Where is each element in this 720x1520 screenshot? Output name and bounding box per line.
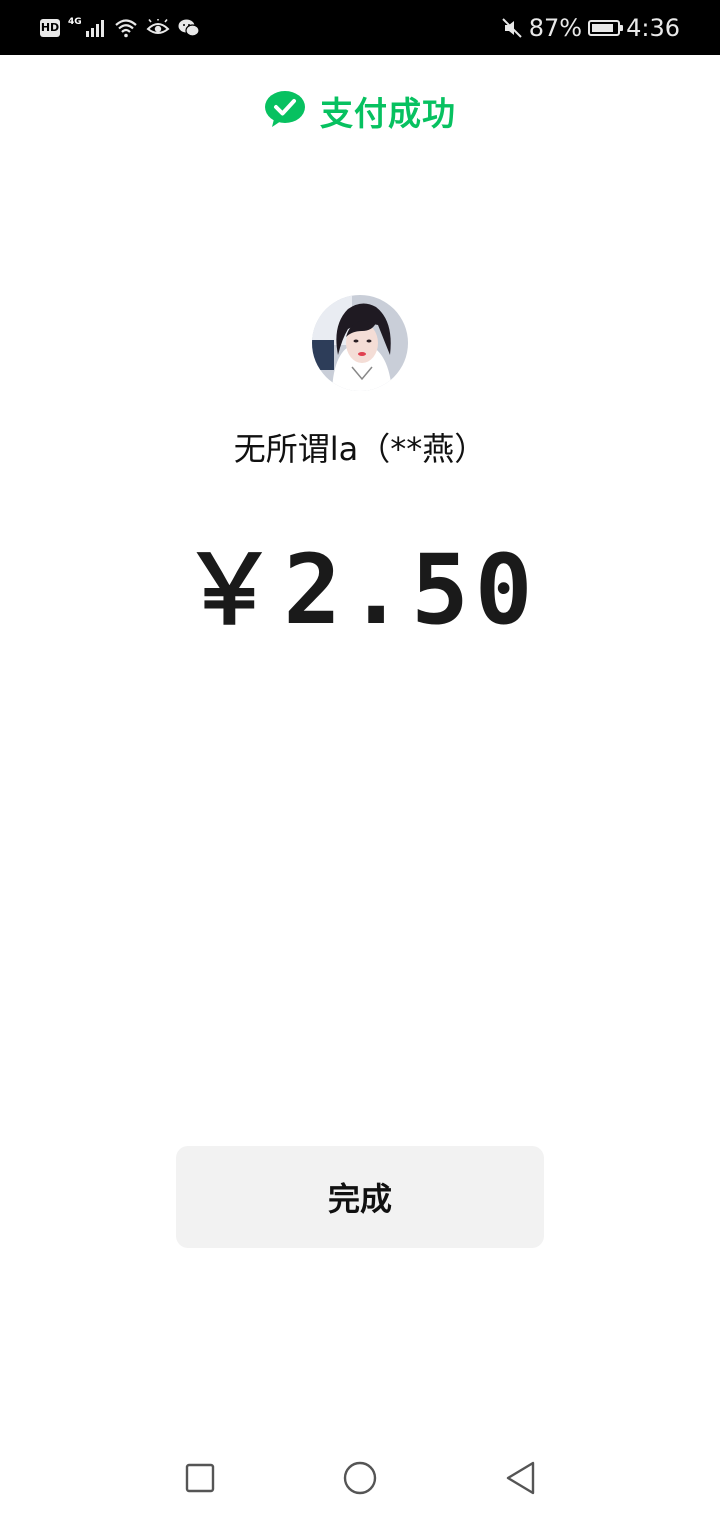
status-left: HD 4G <box>40 14 200 42</box>
system-nav-bar <box>0 1440 720 1520</box>
recents-button[interactable] <box>180 1460 220 1500</box>
battery-percent: 87% <box>528 14 583 42</box>
network-type: 4G <box>68 17 82 27</box>
eye-icon <box>146 19 170 37</box>
wifi-icon <box>114 18 138 38</box>
payment-header: 支付成功 <box>0 88 720 134</box>
mute-icon <box>501 17 523 39</box>
circle-icon <box>342 1460 378 1500</box>
square-icon <box>184 1462 216 1498</box>
battery-fill <box>592 24 613 32</box>
wechat-pay-check-icon <box>264 90 306 132</box>
home-button[interactable] <box>340 1460 380 1500</box>
battery-icon <box>588 20 624 36</box>
wechat-icon <box>178 18 200 38</box>
payment-success-title: 支付成功 <box>320 94 456 133</box>
payee-avatar <box>312 295 408 391</box>
triangle-back-icon <box>503 1460 537 1500</box>
clock: 4:36 <box>626 14 680 42</box>
payee-name: 无所谓la（**燕） <box>233 430 487 468</box>
signal-icon <box>85 19 106 37</box>
hd-badge: HD <box>40 19 60 37</box>
status-bar: HD 4G 87% 4:36 <box>0 0 720 55</box>
status-right: 87% 4:36 <box>501 14 680 42</box>
back-button[interactable] <box>500 1460 540 1500</box>
done-button[interactable]: 完成 <box>176 1146 544 1248</box>
payment-amount: ￥2.50 <box>181 534 539 646</box>
